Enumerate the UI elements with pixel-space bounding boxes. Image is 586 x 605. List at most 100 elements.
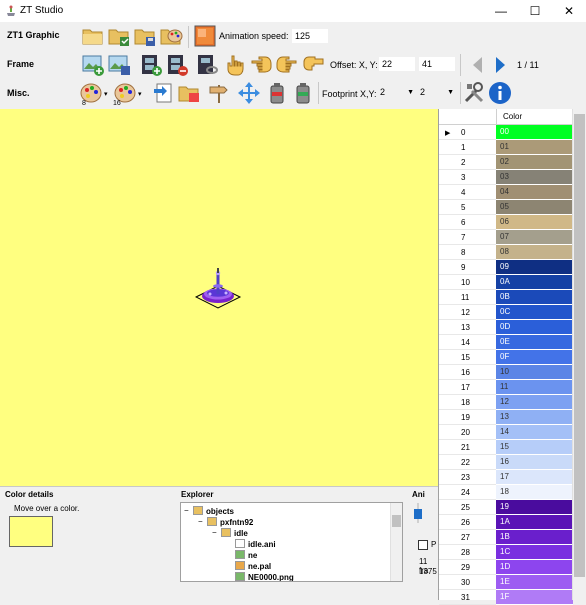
- signpost-button[interactable]: [207, 81, 231, 105]
- palette-row[interactable]: 2 02: [439, 155, 573, 170]
- palette-color-cell[interactable]: 1F: [496, 590, 573, 605]
- palette-row[interactable]: 6 06: [439, 215, 573, 230]
- background-color-button[interactable]: [193, 24, 217, 48]
- palette-color-cell[interactable]: 0B: [496, 290, 573, 305]
- delete-frame-button[interactable]: [165, 53, 189, 77]
- animation-speed-input[interactable]: 125: [291, 28, 329, 44]
- palette-color-cell[interactable]: 08: [496, 245, 573, 260]
- palette-row[interactable]: 4 04: [439, 185, 573, 200]
- palette-color-cell[interactable]: 10: [496, 365, 573, 380]
- collapse-icon[interactable]: −: [212, 528, 217, 537]
- replace-frame-image-button[interactable]: [107, 53, 131, 77]
- scrollbar-thumb[interactable]: [392, 515, 401, 527]
- add-frame-image-button[interactable]: [81, 53, 105, 77]
- palette-color-cell[interactable]: 0D: [496, 320, 573, 335]
- palette-color-cell[interactable]: 0A: [496, 275, 573, 290]
- save-as-button[interactable]: [133, 24, 157, 48]
- export-button[interactable]: [151, 81, 175, 105]
- palette-color-cell[interactable]: 11: [496, 380, 573, 395]
- move-right-hand-button[interactable]: [275, 53, 299, 77]
- palette-color-cell[interactable]: 15: [496, 440, 573, 455]
- palette-row[interactable]: 0 ▶ 00: [439, 125, 573, 140]
- palette-row[interactable]: 31 1F: [439, 590, 573, 605]
- maximize-button[interactable]: ☐: [518, 0, 552, 22]
- palette-color-cell[interactable]: 04: [496, 185, 573, 200]
- palette-row[interactable]: 29 1D: [439, 560, 573, 575]
- palette-color-cell[interactable]: 01: [496, 140, 573, 155]
- palette-color-cell[interactable]: 17: [496, 470, 573, 485]
- slider-thumb[interactable]: [414, 509, 422, 519]
- palette-row[interactable]: 1 01: [439, 140, 573, 155]
- palette-scrollbar[interactable]: [572, 109, 586, 600]
- palette-color-cell[interactable]: 0C: [496, 305, 573, 320]
- palette-color-cell[interactable]: 1C: [496, 545, 573, 560]
- palette-color-cell[interactable]: 12: [496, 395, 573, 410]
- canister-button[interactable]: [265, 81, 289, 105]
- palette-row[interactable]: 5 05: [439, 200, 573, 215]
- palette-row[interactable]: 18 12: [439, 395, 573, 410]
- explorer-tree[interactable]: objects − pxfntn92− idle − idle.ani ne ne.pal NE…: [180, 502, 403, 582]
- move-left-hand-button[interactable]: [249, 53, 273, 77]
- palette-color-cell[interactable]: 1B: [496, 530, 573, 545]
- palette-row[interactable]: 26 1A: [439, 515, 573, 530]
- palette-row[interactable]: 27 1B: [439, 530, 573, 545]
- tree-item[interactable]: idle −: [212, 528, 248, 538]
- footprint-x-select[interactable]: 2 ▼: [378, 85, 416, 101]
- palette-row[interactable]: 19 13: [439, 410, 573, 425]
- palette-16-dropdown-icon[interactable]: ▾: [138, 90, 142, 98]
- move-down-hand-button[interactable]: [301, 53, 325, 77]
- palette-row[interactable]: 11 0B: [439, 290, 573, 305]
- palette-row[interactable]: 23 17: [439, 470, 573, 485]
- offset-x-input[interactable]: 22: [378, 56, 416, 72]
- palette-row[interactable]: 9 09: [439, 260, 573, 275]
- graphic-canvas[interactable]: [0, 109, 438, 486]
- tree-item[interactable]: idle.ani: [235, 539, 276, 549]
- palette-row[interactable]: 24 18: [439, 485, 573, 500]
- palette-row[interactable]: 30 1E: [439, 575, 573, 590]
- move-up-hand-button[interactable]: [223, 53, 247, 77]
- tree-item[interactable]: pxfntn92 −: [198, 517, 253, 527]
- palette-color-cell[interactable]: 03: [496, 170, 573, 185]
- palette-row[interactable]: 17 11: [439, 380, 573, 395]
- palette-row[interactable]: 10 0A: [439, 275, 573, 290]
- palette-row[interactable]: 7 07: [439, 230, 573, 245]
- palette-row[interactable]: 28 1C: [439, 545, 573, 560]
- add-frame-button[interactable]: [139, 53, 163, 77]
- collapse-icon[interactable]: −: [198, 517, 203, 526]
- about-button[interactable]: [488, 81, 512, 105]
- palette-color-cell[interactable]: 07: [496, 230, 573, 245]
- tree-item[interactable]: NE0000.png: [235, 572, 294, 581]
- scrollbar-thumb[interactable]: [574, 114, 585, 577]
- play-checkbox[interactable]: [418, 540, 428, 550]
- palette-row[interactable]: 21 15: [439, 440, 573, 455]
- palette-color-cell[interactable]: 0F: [496, 350, 573, 365]
- palette-row[interactable]: 20 14: [439, 425, 573, 440]
- palette-color-cell[interactable]: 02: [496, 155, 573, 170]
- link-frame-button[interactable]: [195, 53, 219, 77]
- palette-folder-button[interactable]: [159, 24, 183, 48]
- palette-color-cell[interactable]: 16: [496, 455, 573, 470]
- palette-color-cell[interactable]: 1D: [496, 560, 573, 575]
- palette-row[interactable]: 15 0F: [439, 350, 573, 365]
- canister-alt-button[interactable]: [291, 81, 315, 105]
- footprint-y-select[interactable]: 2 ▼: [418, 85, 456, 101]
- palette-row[interactable]: 16 10: [439, 365, 573, 380]
- palette-color-cell[interactable]: 05: [496, 200, 573, 215]
- batch-convert-button[interactable]: [177, 81, 201, 105]
- tree-item[interactable]: objects −: [184, 506, 234, 516]
- move-all-button[interactable]: [237, 81, 261, 105]
- speed-slider[interactable]: [413, 503, 423, 523]
- palette-color-cell[interactable]: 06: [496, 215, 573, 230]
- palette-row[interactable]: 13 0D: [439, 320, 573, 335]
- tree-item[interactable]: ne: [235, 550, 257, 560]
- save-zt1-button[interactable]: [107, 24, 131, 48]
- settings-button[interactable]: [462, 81, 486, 105]
- palette-row[interactable]: 22 16: [439, 455, 573, 470]
- palette-color-cell[interactable]: 14: [496, 425, 573, 440]
- close-button[interactable]: ✕: [552, 0, 586, 22]
- palette-color-cell[interactable]: 0E: [496, 335, 573, 350]
- next-frame-button[interactable]: [488, 53, 512, 77]
- previous-frame-button[interactable]: [466, 53, 490, 77]
- palette-8-dropdown-icon[interactable]: ▾: [104, 90, 108, 98]
- tree-item[interactable]: ne.pal: [235, 561, 271, 571]
